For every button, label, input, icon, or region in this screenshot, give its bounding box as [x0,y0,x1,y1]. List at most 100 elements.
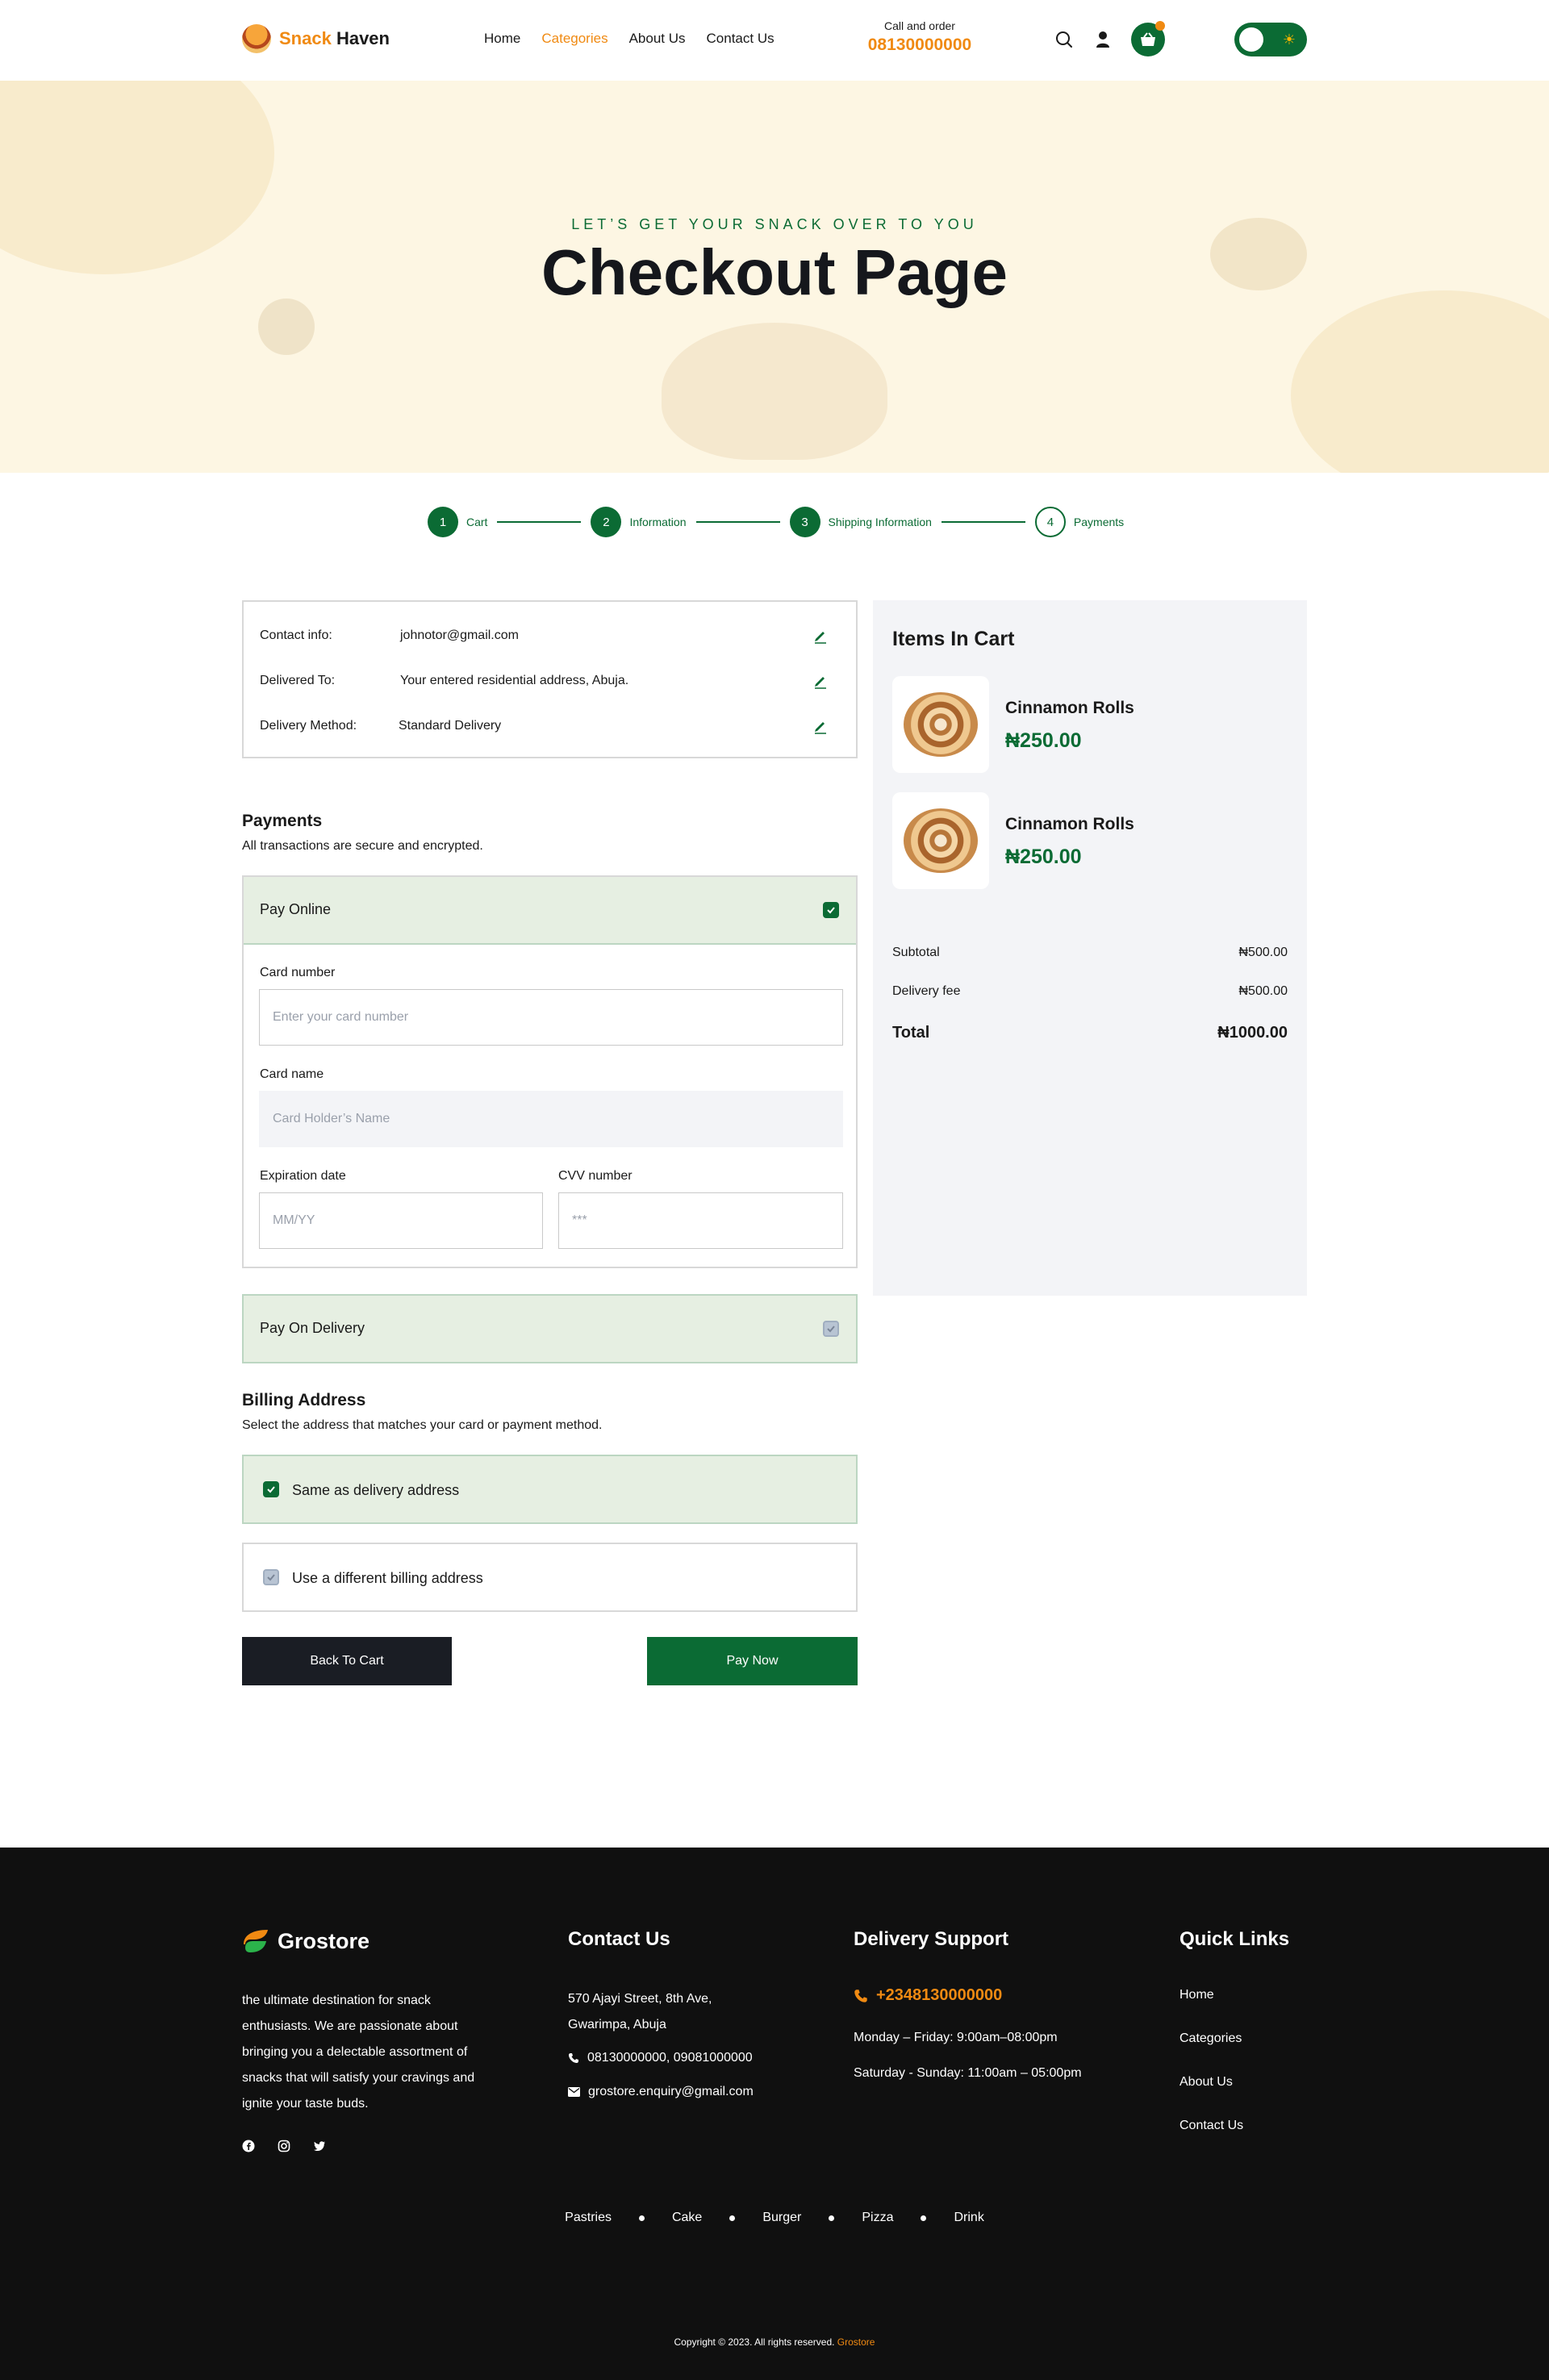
card-number-label: Card number [260,966,336,979]
product-image [904,808,978,873]
product-image [904,692,978,757]
edit-pencil-icon[interactable] [812,718,829,734]
toggle-knob [1239,27,1263,52]
nav-home[interactable]: Home [484,31,520,47]
item-name: Cinnamon Rolls [1005,815,1134,833]
footer-brand[interactable]: Grostore [242,1928,370,1954]
edit-pencil-icon[interactable] [812,628,829,644]
step-payments[interactable]: 4 Payments [1034,507,1125,537]
nav-categories[interactable]: Categories [541,31,607,47]
footer-category[interactable]: Drink [954,2211,983,2225]
info-label: Delivery Method: [260,719,357,733]
step-number: 1 [428,507,458,537]
footer-contact-title: Contact Us [568,1928,670,1950]
footer-phone-numbers[interactable]: 08130000000, 09081000000 [587,2051,753,2065]
social-links [242,2140,326,2152]
edit-pencil-icon[interactable] [812,673,829,689]
card-number-input[interactable] [259,989,843,1046]
step-label: Payments [1073,516,1125,528]
burger-ghost-image [662,323,887,460]
step-number: 2 [591,507,622,537]
footer-category[interactable]: Cake [672,2211,702,2225]
call-number[interactable]: 08130000000 [863,35,976,55]
cinnamon-roll-image [892,676,989,773]
step-label: Cart [466,516,488,528]
footer-link-home[interactable]: Home [1179,1988,1214,2002]
info-label: Contact info: [260,628,332,642]
footer-email: grostore.enquiry@gmail.com [568,2085,754,2099]
back-to-cart-button[interactable]: Back To Cart [242,1637,452,1685]
search-icon[interactable] [1054,29,1075,50]
instagram-icon[interactable] [278,2140,290,2152]
info-value: Standard Delivery [399,719,502,733]
billing-subtitle: Select the address that matches your car… [242,1418,603,1432]
info-value: johnotor@gmail.com [400,628,519,642]
footer-category[interactable]: Pizza [862,2211,893,2225]
step-information[interactable]: 2 Information [591,507,687,537]
user-icon[interactable] [1092,29,1113,50]
info-label: Delivered To: [260,674,336,687]
footer-address: 570 Ajayi Street, 8th Ave, Gwarimpa, Abu… [568,1986,712,2038]
pay-on-delivery-label: Pay On Delivery [260,1320,365,1336]
pay-online-label: Pay Online [260,901,332,917]
cvv-input[interactable] [558,1192,843,1249]
expiry-input[interactable] [259,1192,543,1249]
billing-same-checkbox[interactable] [263,1481,279,1497]
step-label: Shipping Information [828,516,932,528]
footer-link-categories[interactable]: Categories [1179,2031,1242,2046]
nav-about-us[interactable]: About Us [629,31,686,47]
check-icon [267,1486,275,1493]
hours-weekend: Saturday - Sunday: 11:00am – 05:00pm [854,2066,1082,2080]
copyright-brand[interactable]: Grostore [837,2336,875,2348]
footer-email-address[interactable]: grostore.enquiry@gmail.com [588,2085,754,2099]
support-phone[interactable]: +2348130000000 [854,1986,1002,2005]
check-icon [267,1574,275,1581]
billing-heading: Billing Address [242,1391,366,1409]
contact-info-row: Contact info: johnotor@gmail.com [260,626,840,645]
expiry-label: Expiration date [260,1169,346,1183]
step-shipping-information[interactable]: 3 Shipping Information [789,507,932,537]
cart-summary-panel: Items In Cart Cinnamon Rolls ₦250.00 Cin… [873,600,1307,1296]
subtotal-label: Subtotal [892,946,940,959]
brand-name-part2: Haven [336,28,390,48]
pay-on-delivery-checkbox[interactable] [823,1321,839,1337]
mail-icon [568,2087,580,2097]
theme-toggle[interactable]: ☀ [1234,23,1307,56]
pay-now-button[interactable]: Pay Now [647,1637,858,1685]
hero-texture [1291,290,1549,473]
pay-online-checkbox[interactable] [823,902,839,918]
billing-different-checkbox[interactable] [263,1569,279,1585]
basket-button[interactable] [1131,21,1165,56]
hero-subtitle: LET’S GET YOUR SNACK OVER TO YOU [571,216,978,232]
nav-contact-us[interactable]: Contact Us [707,31,774,47]
brand-name-part1: Snack [279,28,332,48]
item-price: ₦250.00 [1005,729,1082,752]
step-cart[interactable]: 1 Cart [428,507,487,537]
footer-link-about-us[interactable]: About Us [1179,2075,1233,2090]
cart-item: Cinnamon Rolls ₦250.00 [892,792,1288,889]
footer-link-contact-us[interactable]: Contact Us [1179,2119,1243,2133]
footer-about-text: the ultimate destination for snack enthu… [242,1994,475,2111]
brand-logo[interactable]: Snack Haven [242,24,390,53]
copyright: Copyright © 2023. All rights reserved. G… [0,2336,1549,2348]
footer-category[interactable]: Burger [762,2211,801,2225]
step-connector [497,521,582,523]
address-line-2: Gwarimpa, Abuja [568,2018,666,2031]
total-row: Total ₦1000.00 [892,1024,1288,1042]
billing-same-option[interactable]: Same as delivery address [242,1455,858,1524]
total-value: ₦1000.00 [1217,1024,1288,1042]
card-name-input[interactable] [259,1091,843,1147]
phone-icon [854,1989,867,2002]
delivery-method-row: Delivery Method: Standard Delivery [260,716,840,736]
facebook-icon[interactable] [242,2140,255,2152]
hero-banner: LET’S GET YOUR SNACK OVER TO YOU Checkou… [0,81,1549,473]
check-icon [827,907,835,914]
bullet-divider [829,2215,835,2221]
twitter-icon[interactable] [313,2140,326,2152]
pay-online-option[interactable]: Pay Online [244,877,856,945]
sun-icon: ☀ [1282,31,1296,48]
pay-on-delivery-option[interactable]: Pay On Delivery [242,1294,858,1363]
footer-category[interactable]: Pastries [565,2211,612,2225]
billing-different-option[interactable]: Use a different billing address [242,1543,858,1612]
call-to-order: Call and order 08130000000 [863,19,976,55]
